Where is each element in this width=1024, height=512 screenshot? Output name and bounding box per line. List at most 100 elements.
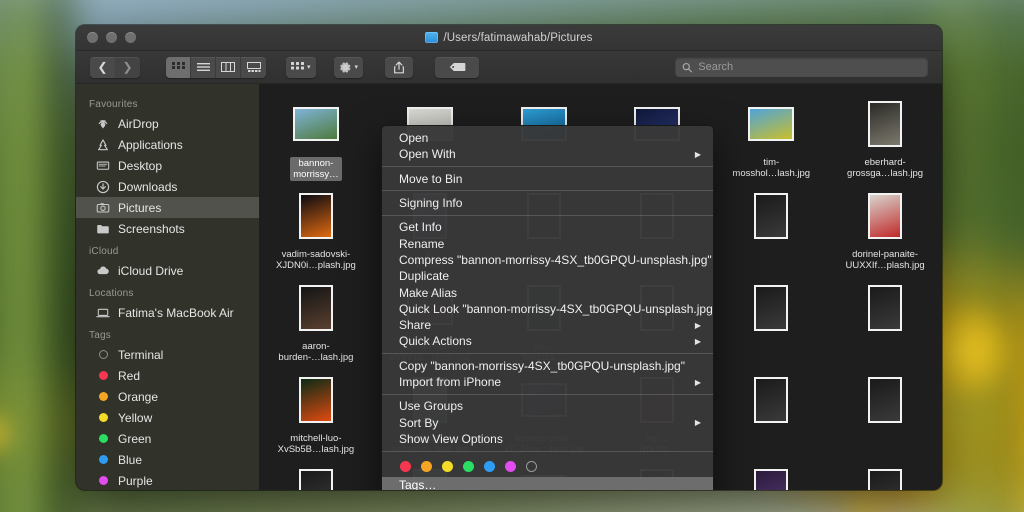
context-menu-item[interactable]: Import from iPhone ▶ xyxy=(382,374,713,390)
file-item[interactable] xyxy=(828,462,942,490)
file-item[interactable]: bannon- morrissy… xyxy=(259,94,373,184)
tag-color-orange[interactable] xyxy=(421,461,432,472)
sidebar-item-icloud-drive[interactable]: iCloud Drive xyxy=(76,260,259,281)
search-field[interactable] xyxy=(675,57,928,77)
gallery-view-button[interactable] xyxy=(241,57,266,78)
context-menu-item[interactable]: Rename xyxy=(382,235,713,251)
sidebar-item-label: Pictures xyxy=(118,201,161,215)
tag-dot-icon xyxy=(96,474,110,488)
file-thumbnail-wrap xyxy=(754,186,788,246)
close-button[interactable] xyxy=(87,32,98,43)
file-name-label: dorinel-panaite- UUXXIf…plash.jpg xyxy=(845,249,924,271)
icon-view-button[interactable] xyxy=(166,57,191,78)
file-thumbnail xyxy=(868,285,902,331)
sidebar-item-label: Fatima's MacBook Air xyxy=(118,306,234,320)
context-menu-item[interactable]: Get Info xyxy=(382,219,713,235)
back-button[interactable]: ❮ xyxy=(90,57,115,78)
search-input[interactable] xyxy=(698,61,921,73)
action-menu-button[interactable]: ▾ xyxy=(334,57,364,78)
context-menu-separator xyxy=(382,190,713,191)
submenu-arrow-icon: ▶ xyxy=(695,378,701,387)
sidebar-section-header: Favourites xyxy=(76,92,259,113)
context-menu-item-label: Sort By xyxy=(399,416,438,430)
file-item[interactable] xyxy=(828,278,942,368)
file-item[interactable]: dorinel-panaite- UUXXIf…plash.jpg xyxy=(828,186,942,276)
submenu-arrow-icon: ▶ xyxy=(695,321,701,330)
context-menu-item[interactable]: Duplicate xyxy=(382,268,713,284)
sidebar-item-green[interactable]: Green xyxy=(76,428,259,449)
minimize-button[interactable] xyxy=(106,32,117,43)
sidebar-item-label: Terminal xyxy=(118,348,163,362)
sidebar-item-applications[interactable]: Applications xyxy=(76,134,259,155)
chevron-down-icon: ▾ xyxy=(307,63,311,71)
list-view-button[interactable] xyxy=(191,57,216,78)
file-thumbnail xyxy=(748,107,794,141)
sidebar-item-orange[interactable]: Orange xyxy=(76,386,259,407)
share-button[interactable] xyxy=(385,57,413,78)
sidebar-item-yellow[interactable]: Yellow xyxy=(76,407,259,428)
tag-color-blue[interactable] xyxy=(484,461,495,472)
file-name-label: tim- mosshol…lash.jpg xyxy=(732,157,810,179)
file-item[interactable] xyxy=(828,370,942,460)
view-mode-segmented-control xyxy=(166,57,266,78)
context-menu-item[interactable]: Open With▶ xyxy=(382,146,713,162)
file-item[interactable]: mitchell-luo- XvSb5B…lash.jpg xyxy=(259,370,373,460)
sidebar-item-purple[interactable]: Purple xyxy=(76,470,259,490)
file-item[interactable]: tim- mosshol…lash.jpg xyxy=(714,94,828,184)
forward-button[interactable]: ❯ xyxy=(115,57,140,78)
zoom-button[interactable] xyxy=(125,32,136,43)
edit-tags-button[interactable] xyxy=(435,57,479,78)
file-item[interactable]: vadim-sadovski- XJDN0i…plash.jpg xyxy=(259,186,373,276)
sidebar-item-downloads[interactable]: Downloads xyxy=(76,176,259,197)
desktop-icon xyxy=(96,159,110,173)
context-menu-item[interactable]: Quick Look "bannon-morrissy-4SX_tb0GPQU-… xyxy=(382,301,713,317)
context-menu-item[interactable]: Copy "bannon-morrissy-4SX_tb0GPQU-unspla… xyxy=(382,358,713,374)
group-by-icon xyxy=(291,62,304,72)
file-item[interactable] xyxy=(714,370,828,460)
tag-color-none[interactable] xyxy=(526,461,537,472)
context-menu-item[interactable]: Use Groups xyxy=(382,398,713,414)
sidebar-item-desktop[interactable]: Desktop xyxy=(76,155,259,176)
context-menu-item[interactable]: Make Alias xyxy=(382,284,713,300)
tag-color-red[interactable] xyxy=(400,461,411,472)
context-menu-item-tags[interactable]: Tags… xyxy=(382,477,713,490)
sidebar-item-fatima-s-macbook-air[interactable]: Fatima's MacBook Air xyxy=(76,302,259,323)
context-menu-item[interactable]: Quick Actions▶ xyxy=(382,333,713,349)
tag-color-green[interactable] xyxy=(463,461,474,472)
window-titlebar[interactable]: /Users/fatimawahab/Pictures xyxy=(76,25,942,51)
context-menu-item[interactable]: Compress "bannon-morrissy-4SX_tb0GPQU-un… xyxy=(382,252,713,268)
context-menu-item[interactable]: Signing Info xyxy=(382,195,713,211)
file-thumbnail xyxy=(868,193,902,239)
file-thumbnail-wrap xyxy=(293,94,339,154)
file-thumbnail-wrap xyxy=(868,186,902,246)
context-menu-item[interactable]: Move to Bin xyxy=(382,171,713,187)
file-name-label: bannon- morrissy… xyxy=(290,157,341,181)
sidebar-item-screenshots[interactable]: Screenshots xyxy=(76,218,259,239)
column-view-button[interactable] xyxy=(216,57,241,78)
tag-color-purple[interactable] xyxy=(505,461,516,472)
navigation-buttons: ❮ ❯ xyxy=(90,57,140,78)
context-menu-item[interactable]: Sort By▶ xyxy=(382,414,713,430)
file-item[interactable]: eberhard- grossga…lash.jpg xyxy=(828,94,942,184)
context-menu-item-label: Import from iPhone xyxy=(399,375,501,389)
context-menu-item-label: Open xyxy=(399,131,428,145)
sidebar-item-terminal[interactable]: Terminal xyxy=(76,344,259,365)
sidebar-item-red[interactable]: Red xyxy=(76,365,259,386)
tag-color-yellow[interactable] xyxy=(442,461,453,472)
sidebar-item-airdrop[interactable]: AirDrop xyxy=(76,113,259,134)
sidebar-item-pictures[interactable]: Pictures xyxy=(76,197,259,218)
file-item[interactable] xyxy=(714,462,828,490)
file-item[interactable] xyxy=(259,462,373,490)
traffic-lights xyxy=(76,32,136,43)
sidebar-item-label: AirDrop xyxy=(118,117,159,131)
finder-toolbar: ❮ ❯ xyxy=(76,51,942,84)
context-menu-item[interactable]: Open xyxy=(382,130,713,146)
context-menu-item-label: Make Alias xyxy=(399,286,457,300)
group-by-button[interactable]: ▾ xyxy=(286,57,316,78)
file-item[interactable]: aaron- burden-…lash.jpg xyxy=(259,278,373,368)
context-menu-item[interactable]: Share▶ xyxy=(382,317,713,333)
file-item[interactable] xyxy=(714,278,828,368)
context-menu-item[interactable]: Show View Options xyxy=(382,431,713,447)
file-item[interactable] xyxy=(714,186,828,276)
sidebar-item-blue[interactable]: Blue xyxy=(76,449,259,470)
